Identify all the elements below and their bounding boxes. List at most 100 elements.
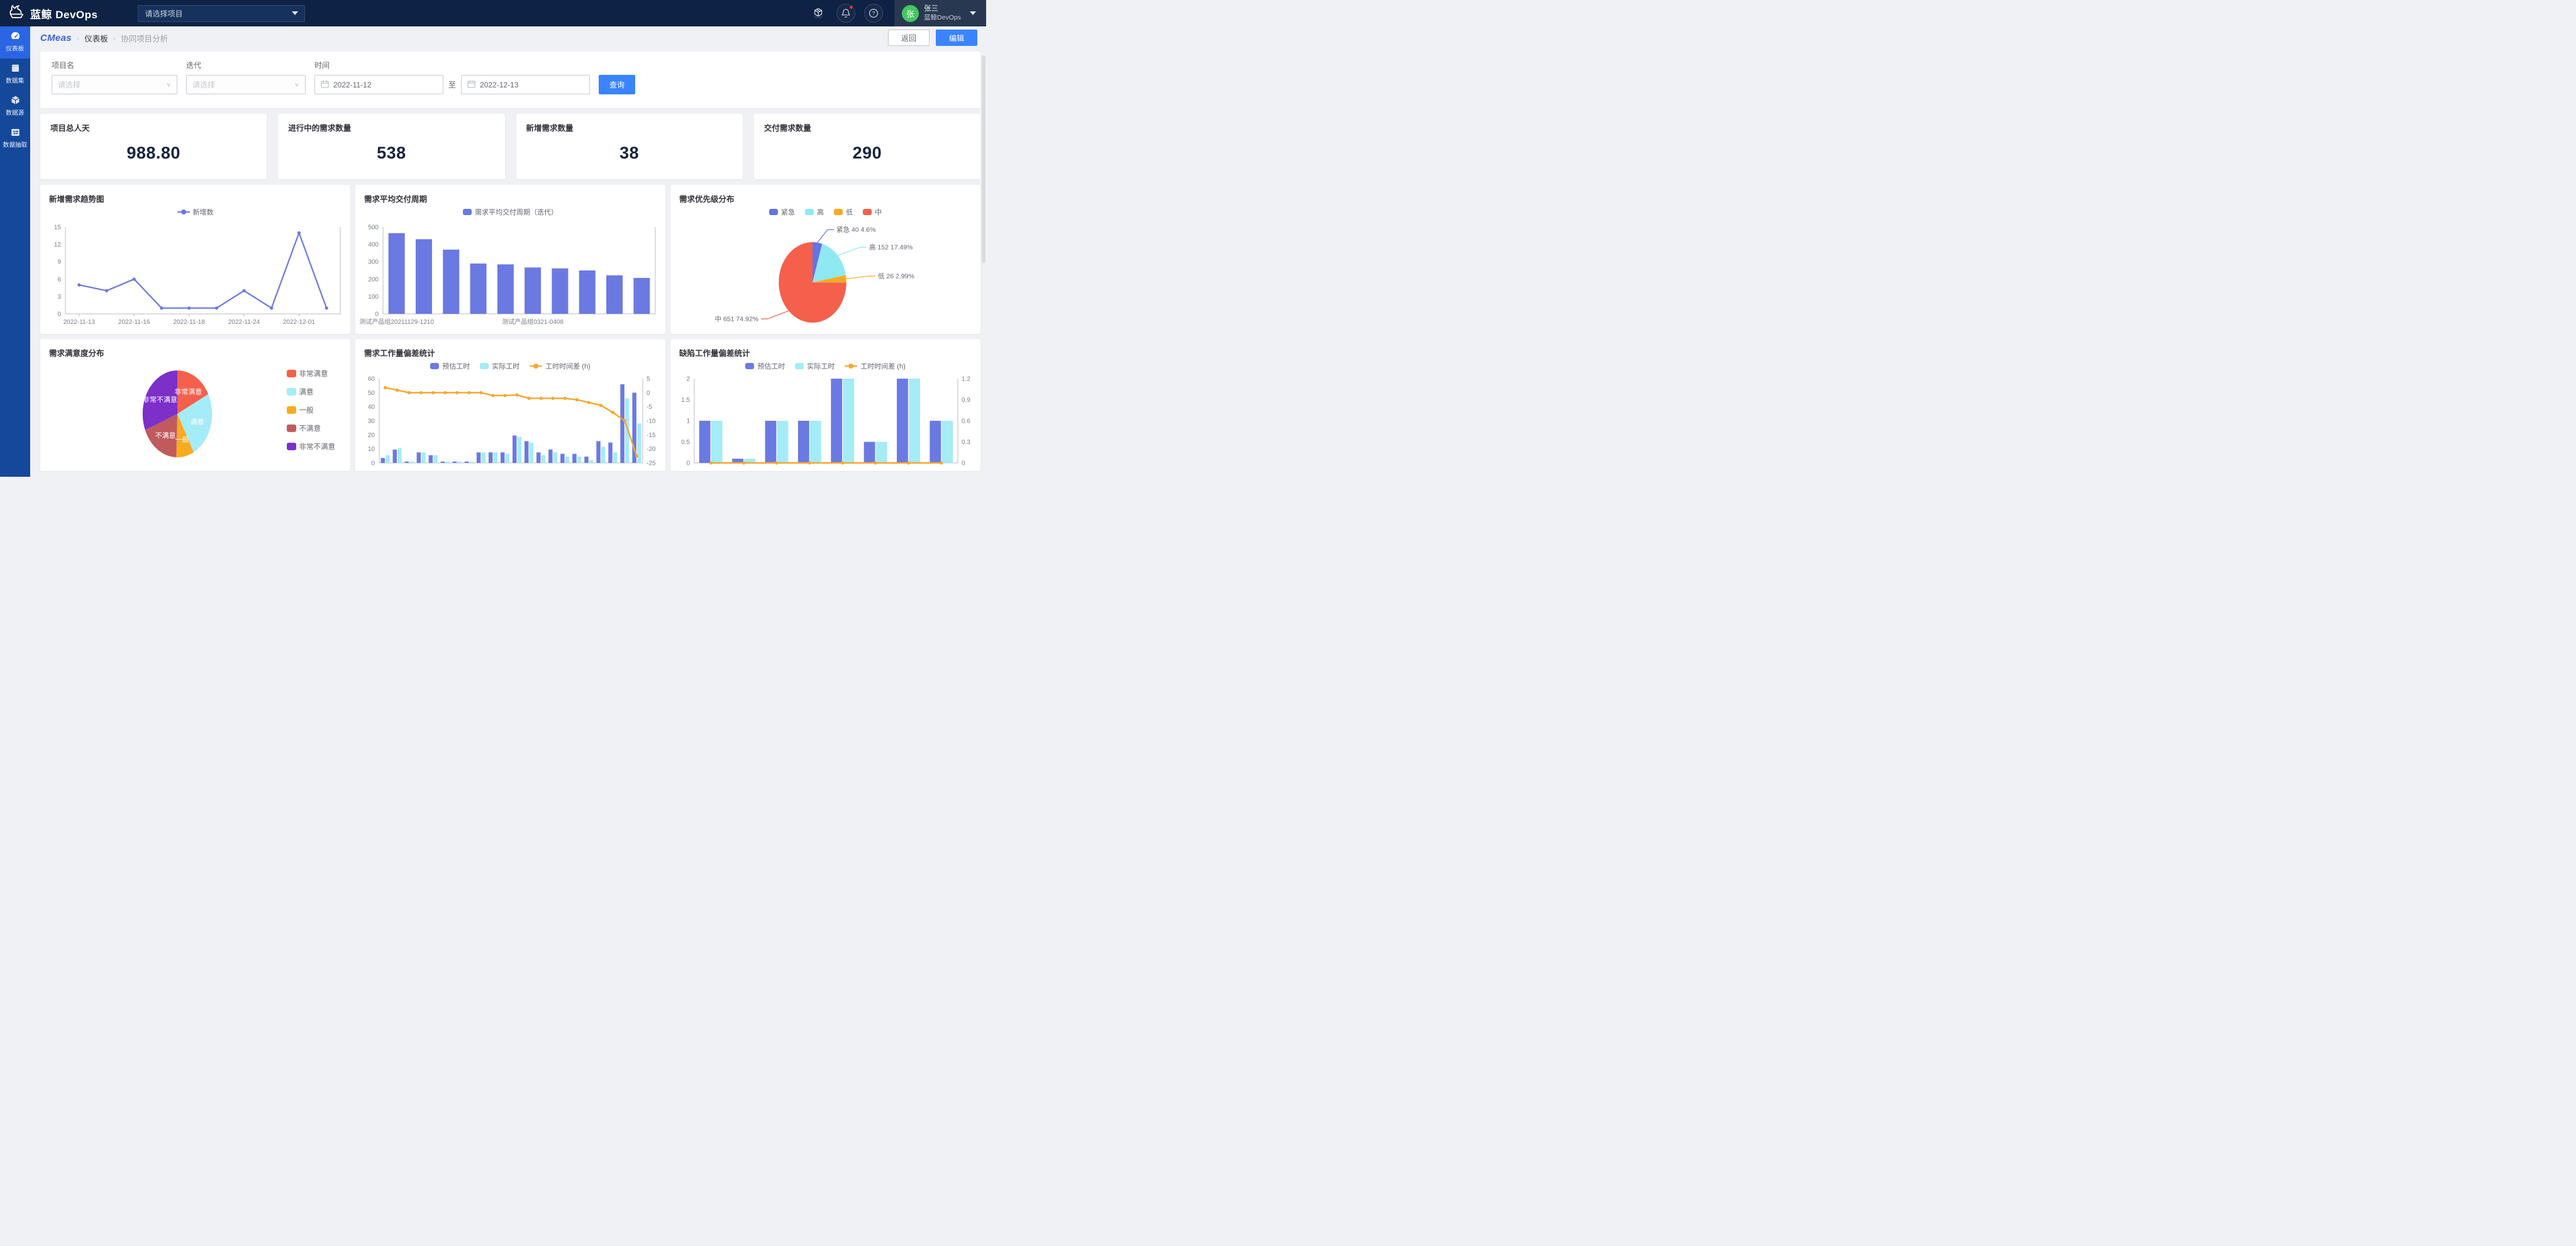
legend-item[interactable]: 非常满意 <box>287 369 336 379</box>
chart-legend[interactable]: 需求平均交付周期（迭代） <box>355 204 665 220</box>
filter-panel: 项目名 请选择 ∨ 迭代 请选择 ∨ 时间 <box>40 52 980 108</box>
chart-legend[interactable]: 紧急高低中 <box>670 204 980 220</box>
svg-text:15: 15 <box>54 225 62 231</box>
legend-item[interactable]: 需求平均交付周期（迭代） <box>463 207 558 217</box>
svg-text:12: 12 <box>54 242 62 248</box>
pie-chart[interactable]: 紧急 40 4.6%高 152 17.49%低 26 2.99%中 651 74… <box>670 220 980 335</box>
legend-item[interactable]: 高 <box>805 207 824 217</box>
cmeas-brand[interactable]: CMeas <box>40 33 72 43</box>
chevron-down-icon <box>292 11 298 15</box>
chart-card-new-demand-trend: 新增需求趋势图 新增数 036912152022-11-132022-11-16… <box>40 185 350 334</box>
dataset-icon <box>10 63 21 74</box>
project-selector[interactable]: 请选择项目 <box>138 5 305 22</box>
vertical-scrollbar[interactable] <box>982 55 985 263</box>
svg-text:2022-11-24: 2022-11-24 <box>228 319 260 326</box>
chart-card-priority-distribution: 需求优先级分布 紧急高低中 紧急 40 4.6%高 152 17.49%低 26… <box>670 185 980 334</box>
project-filter-select[interactable]: 请选择 ∨ <box>52 75 177 94</box>
chart-title: 需求平均交付周期 <box>355 185 665 204</box>
iteration-filter-select[interactable]: 请选择 ∨ <box>186 75 306 94</box>
stat-value: 538 <box>288 143 494 163</box>
user-org: 蓝鲸DevOps <box>924 14 961 21</box>
chart-legend[interactable]: 预估工时实际工时工时时间差 (h) <box>670 359 980 374</box>
iteration-filter-label: 迭代 <box>186 60 306 70</box>
svg-text:-5: -5 <box>647 404 652 411</box>
chart-legend[interactable]: 预估工时实际工时 工时时间差 (h) <box>355 359 665 374</box>
svg-text:一般: 一般 <box>175 435 189 443</box>
svg-text:200: 200 <box>368 276 379 283</box>
stat-cards: 项目总人天 988.80 进行中的需求数量 538 新增需求数量 38 交付需求… <box>40 114 980 179</box>
svg-text:100: 100 <box>368 294 379 301</box>
svg-text:测试产品组0321-0408: 测试产品组0321-0408 <box>502 318 564 326</box>
sidebar-item-datasource[interactable]: 数据源 <box>0 91 30 123</box>
svg-text:2022-11-16: 2022-11-16 <box>118 319 150 326</box>
stat-card-in-progress-demands: 进行中的需求数量 538 <box>278 114 504 179</box>
date-range-to: 至 <box>448 79 456 90</box>
combo-chart[interactable]: 00.511.5200.30.60.91.2 <box>670 374 980 472</box>
svg-text:0.9: 0.9 <box>962 397 970 404</box>
app-root: 蓝鲸 DevOps 请选择项目 <box>0 0 986 477</box>
svg-text:2022-11-18: 2022-11-18 <box>173 319 205 326</box>
sidebar-item-label: 数据抽取 <box>3 141 28 150</box>
query-button[interactable]: 查询 <box>599 75 635 94</box>
svg-text:3: 3 <box>57 294 61 301</box>
legend-item[interactable]: 实际工时 <box>795 361 835 371</box>
legend-item[interactable]: 新增数 <box>177 207 214 217</box>
chart-legend[interactable]: 非常满意满意一般不满意非常不满意 <box>287 369 336 452</box>
help-question-icon[interactable]: ? <box>864 4 883 23</box>
svg-text:紧急 40 4.6%: 紧急 40 4.6% <box>836 226 875 234</box>
notification-bell-icon[interactable] <box>836 4 855 23</box>
chart-title: 需求优先级分布 <box>670 185 980 204</box>
svg-text:中 651 74.92%: 中 651 74.92% <box>715 315 758 323</box>
stat-card-new-demands: 新增需求数量 38 <box>516 114 743 179</box>
legend-item[interactable]: 低 <box>834 207 853 217</box>
date-from-input[interactable]: 2022-11-12 <box>314 75 443 94</box>
date-to-input[interactable]: 2022-12-13 <box>461 75 590 94</box>
legend-item[interactable]: 紧急 <box>769 207 795 217</box>
breadcrumb-dashboard[interactable]: 仪表板 <box>84 32 108 44</box>
stat-value: 38 <box>526 143 733 163</box>
svg-text:?: ? <box>872 10 875 16</box>
artifact-package-icon[interactable] <box>809 4 828 23</box>
sidebar-item-dashboard[interactable]: 仪表板 <box>0 26 30 58</box>
chart-legend[interactable]: 新增数 <box>40 204 350 220</box>
time-filter-label: 时间 <box>314 60 590 70</box>
chart-card-satisfaction-distribution: 需求满意度分布 非常满意满意一般不满意非常不满意 非常满意满意一般不满意非常不满… <box>40 339 350 471</box>
sidebar-item-label: 数据源 <box>6 109 25 118</box>
svg-text:0: 0 <box>57 311 61 318</box>
legend-item[interactable]: 预估工时 <box>745 361 785 371</box>
combo-chart[interactable]: 010203040506050-5-10-15-20-25 <box>355 374 665 472</box>
svg-text:0: 0 <box>375 311 379 318</box>
back-button[interactable]: 返回 <box>888 30 930 46</box>
edit-button[interactable]: 编辑 <box>936 30 977 46</box>
chart-card-defect-workload-deviation: 缺陷工作量偏差统计 预估工时实际工时工时时间差 (h) 00.511.5200.… <box>670 339 980 471</box>
svg-text:6: 6 <box>57 276 61 283</box>
project-selector-placeholder: 请选择项目 <box>145 8 182 19</box>
legend-item[interactable]: 工时时间差 (h) <box>530 361 591 371</box>
legend-item[interactable]: 不满意 <box>287 423 336 433</box>
svg-text:-20: -20 <box>647 446 656 453</box>
calendar-icon <box>467 80 475 90</box>
legend-item[interactable]: 一般 <box>287 405 336 415</box>
topbar-icons: ? <box>809 4 894 23</box>
svg-text:1.2: 1.2 <box>962 376 970 383</box>
legend-item[interactable]: 预估工时 <box>430 361 470 371</box>
user-menu[interactable]: 张 张三 蓝鲸DevOps <box>894 0 986 26</box>
svg-text:60: 60 <box>368 376 375 383</box>
sidebar: 仪表板 数据集 数据源 <box>0 26 30 477</box>
bk-devops-logo[interactable]: 蓝鲸 DevOps <box>9 4 97 23</box>
whale-logo-icon <box>9 4 25 23</box>
sidebar-item-dataset[interactable]: 数据集 <box>0 58 30 91</box>
legend-item[interactable]: 实际工时 <box>480 361 519 371</box>
svg-text:9: 9 <box>57 259 61 266</box>
datasource-cube-icon <box>10 95 21 106</box>
data-extract-icon <box>10 127 21 138</box>
legend-item[interactable]: 满意 <box>287 387 336 397</box>
legend-item[interactable]: 工时时间差 (h) <box>845 361 906 371</box>
svg-text:30: 30 <box>368 418 375 425</box>
line-chart[interactable]: 036912152022-11-132022-11-162022-11-1820… <box>40 220 350 333</box>
legend-item[interactable]: 非常不满意 <box>287 442 336 452</box>
legend-item[interactable]: 中 <box>863 207 882 217</box>
bar-chart[interactable]: 0100200300400500测试产品组20211129-1210测试产品组0… <box>355 220 665 333</box>
svg-text:-15: -15 <box>647 432 656 439</box>
sidebar-item-data-extract[interactable]: 数据抽取 <box>0 123 30 155</box>
